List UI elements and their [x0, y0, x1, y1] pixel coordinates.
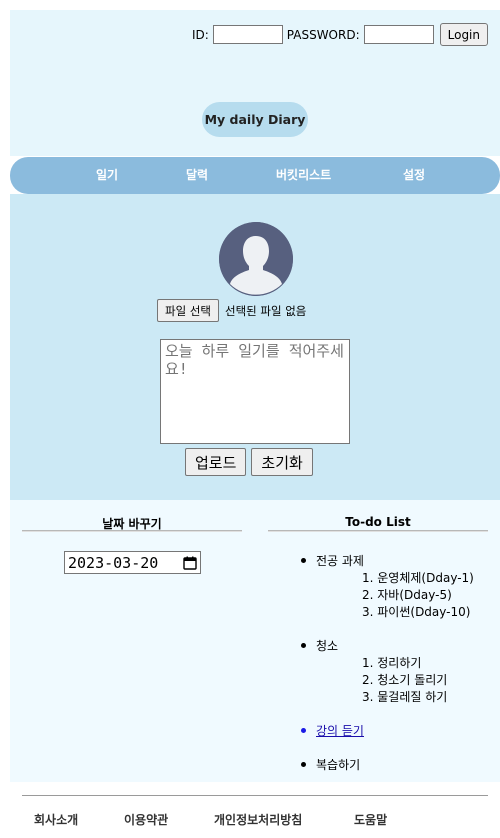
- todo-item: 강의 듣기: [300, 722, 474, 740]
- login-form: ID: PASSWORD: Login: [192, 23, 488, 46]
- todo-item-label: 청소: [316, 639, 339, 653]
- file-picker: 파일 선택 선택된 파일 없음: [157, 299, 306, 322]
- todo-item-label: 전공 과제: [316, 554, 364, 568]
- todo-item: 복습하기: [300, 756, 474, 774]
- footer-link-terms[interactable]: 이용약관: [124, 811, 168, 828]
- id-label: ID:: [191, 27, 209, 42]
- upload-button[interactable]: 업로드: [185, 448, 247, 476]
- id-input[interactable]: [212, 25, 283, 44]
- todo-subitem: 2. 청소기 돌리기: [362, 673, 448, 687]
- date-input[interactable]: 2023-03-20: [64, 551, 201, 574]
- password-label: PASSWORD:: [286, 27, 360, 42]
- user-avatar-icon: [219, 222, 293, 296]
- todo-lecture-link[interactable]: 강의 듣기: [316, 724, 364, 738]
- password-input[interactable]: [363, 25, 434, 44]
- lower-section: 날짜 바꾸기 2023-03-20 To-do List 전공 과제 1. 운영…: [10, 500, 500, 782]
- nav-item-calendar[interactable]: 달력: [186, 157, 208, 194]
- todo-item-label: 복습하기: [316, 758, 361, 772]
- footer-link-company[interactable]: 회사소개: [34, 811, 78, 828]
- nav-item-diary[interactable]: 일기: [96, 157, 118, 194]
- main-nav: 일기 달력 버킷리스트 설정: [10, 157, 500, 194]
- nav-item-settings[interactable]: 설정: [403, 157, 425, 194]
- diary-section: 파일 선택 선택된 파일 없음 업로드 초기화: [10, 194, 500, 500]
- calendar-icon[interactable]: [183, 556, 197, 570]
- todo-subitem: 3. 물걸레질 하기: [362, 690, 448, 704]
- todo-item: 전공 과제 1. 운영체제(Dday-1) 2. 자바(Dday-5) 3. 파…: [300, 552, 474, 621]
- todo-subitem: 3. 파이썬(Dday-10): [362, 605, 471, 619]
- footer-link-privacy[interactable]: 개인정보처리방침: [214, 811, 302, 828]
- todo-title: To-do List: [345, 515, 411, 529]
- date-value: 2023-03-20: [68, 553, 159, 572]
- site-logo[interactable]: My daily Diary: [202, 102, 308, 137]
- todo-item: 청소 1. 정리하기 2. 청소기 돌리기 3. 물걸레질 하기: [300, 637, 474, 706]
- todo-subitem: 1. 운영체제(Dday-1): [362, 571, 474, 585]
- date-section-divider: [22, 530, 242, 532]
- footer-link-help[interactable]: 도움말: [354, 811, 387, 828]
- reset-button[interactable]: 초기화: [251, 448, 313, 476]
- nav-item-bucketlist[interactable]: 버킷리스트: [276, 157, 331, 194]
- diary-actions: 업로드 초기화: [185, 448, 313, 476]
- file-status-text: 선택된 파일 없음: [224, 303, 307, 318]
- login-button[interactable]: Login: [439, 23, 488, 46]
- todo-subitem: 2. 자바(Dday-5): [362, 588, 452, 602]
- footer-divider: [22, 795, 488, 796]
- file-select-button[interactable]: 파일 선택: [157, 299, 219, 322]
- header: ID: PASSWORD: Login My daily Diary: [10, 10, 500, 156]
- todo-divider: [268, 530, 488, 532]
- todo-list: 전공 과제 1. 운영체제(Dday-1) 2. 자바(Dday-5) 3. 파…: [300, 552, 474, 774]
- todo-subitem: 1. 정리하기: [362, 656, 422, 670]
- diary-textarea[interactable]: [160, 339, 350, 444]
